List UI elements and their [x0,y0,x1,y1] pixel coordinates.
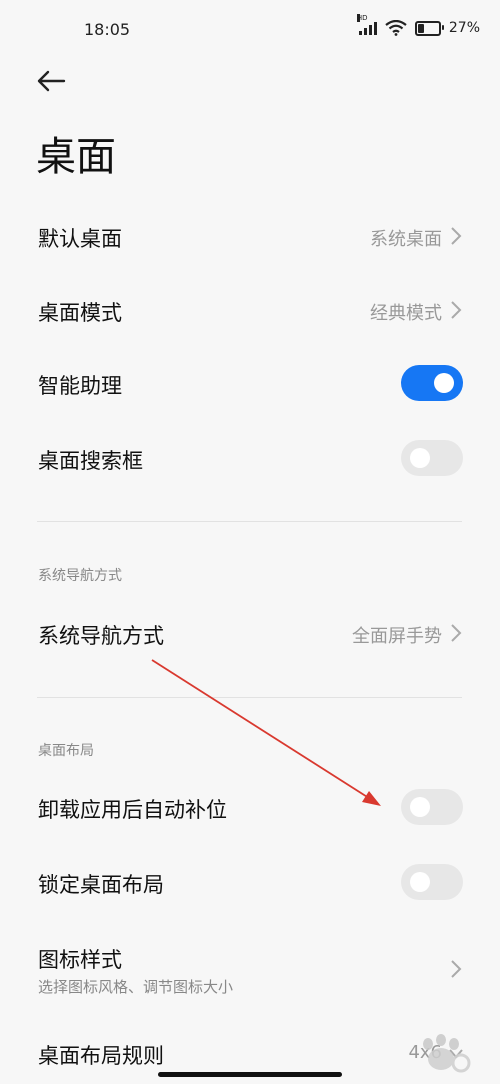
back-arrow-icon[interactable] [34,64,68,98]
chevron-right-icon [451,227,462,245]
setting-label: 桌面搜索框 [38,449,143,473]
chevron-right-icon [451,624,462,642]
setting-label: 默认桌面 [38,227,122,251]
section-header-navigation: 系统导航方式 [38,568,122,584]
chevron-right-icon [451,301,462,319]
setting-default-launcher[interactable]: 默认桌面 系统桌面 [0,201,500,271]
status-icons: HD 27% [356,14,480,36]
toggle-knob [410,797,430,817]
setting-smart-assistant: 智能助理 [0,348,500,418]
setting-label: 图标样式 [38,948,122,972]
setting-layout-rule[interactable]: 桌面布局规则 4x6 [0,1020,500,1080]
setting-value: 系统桌面 [370,229,442,250]
setting-value: 全面屏手势 [352,626,442,647]
setting-value: 经典模式 [370,303,442,324]
setting-label: 锁定桌面布局 [38,873,164,897]
auto-fill-toggle[interactable] [401,789,463,825]
page-title: 桌面 [36,134,116,180]
network-type-label: HD [356,14,368,22]
toggle-knob [434,373,454,393]
status-bar: 18:05 HD 27% [0,0,500,58]
setting-label: 智能助理 [38,374,122,398]
section-header-layout: 桌面布局 [38,743,94,759]
battery-percentage: 27% [448,20,480,36]
status-time: 18:05 [84,20,131,39]
setting-lock-layout: 锁定桌面布局 [0,847,500,917]
setting-value: 4x6 [408,1042,442,1063]
home-indicator[interactable] [158,1072,342,1077]
toggle-knob [410,448,430,468]
divider [37,697,462,698]
setting-navigation-mode[interactable]: 系统导航方式 全面屏手势 [0,598,500,668]
chevron-down-icon [449,1049,463,1059]
lock-layout-toggle[interactable] [401,864,463,900]
battery-level-fill [417,23,424,33]
search-bar-toggle[interactable] [401,440,463,476]
setting-launcher-mode[interactable]: 桌面模式 经典模式 [0,275,500,345]
battery-icon [414,20,444,36]
setting-label: 卸载应用后自动补位 [38,798,227,822]
chevron-right-icon [451,960,462,978]
setting-subtitle: 选择图标风格、调节图标大小 [38,978,234,996]
setting-label: 系统导航方式 [38,624,164,648]
toggle-knob [410,872,430,892]
setting-label: 桌面布局规则 [38,1044,164,1068]
setting-auto-fill: 卸载应用后自动补位 [0,772,500,842]
setting-icon-style[interactable]: 图标样式 选择图标风格、调节图标大小 [0,930,500,1008]
wifi-icon [385,20,407,36]
setting-label: 桌面模式 [38,301,122,325]
setting-search-bar: 桌面搜索框 [0,423,500,493]
divider [37,521,462,522]
cellular-signal-icon: HD [356,14,377,35]
smart-assistant-toggle[interactable] [401,365,463,401]
